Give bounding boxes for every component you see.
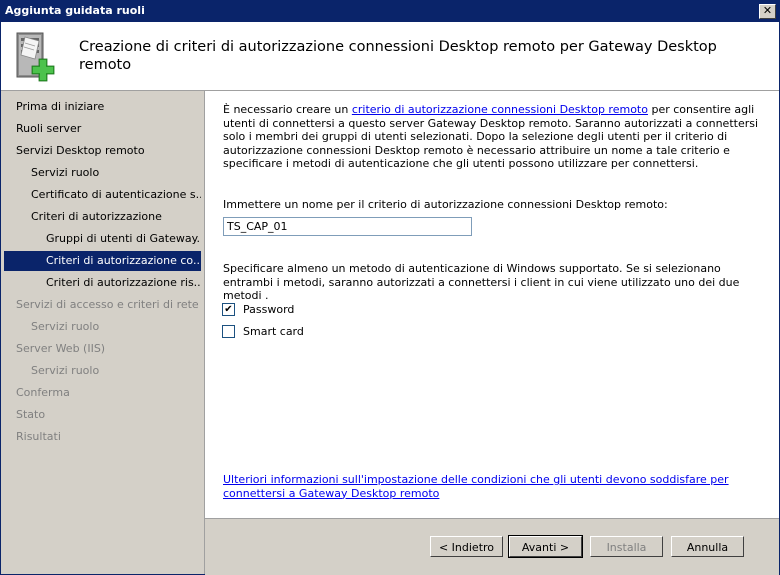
wizard-content-panel: È necessario creare un criterio di autor… [205, 91, 779, 518]
step-remote-desktop-services[interactable]: Servizi Desktop remoto [16, 141, 201, 161]
back-button[interactable]: < Indietro [430, 536, 503, 557]
step-web-server-iis: Server Web (IIS) [16, 342, 106, 355]
more-info-link[interactable]: Ulteriori informazioni sull'impostazione… [223, 473, 763, 500]
wizard-steps-sidebar: Prima di iniziare Ruoli server Servizi D… [1, 91, 205, 574]
smartcard-label[interactable]: Smart card [243, 325, 304, 338]
window-title: Aggiunta guidata ruoli [5, 4, 145, 17]
step-role-services[interactable]: Servizi ruolo [31, 163, 201, 183]
install-button: Installa [590, 536, 663, 557]
step-resource-authorization-policy[interactable]: Criteri di autorizzazione ris... [46, 273, 201, 293]
cancel-button[interactable]: Annulla [671, 536, 744, 557]
next-button[interactable]: Avanti > [508, 535, 583, 558]
step-before-you-begin[interactable]: Prima di iniziare [16, 97, 201, 117]
policy-name-input[interactable]: TS_CAP_01 [223, 217, 472, 236]
password-label[interactable]: Password [243, 303, 294, 316]
page-title: Creazione di criteri di autorizzazione c… [79, 39, 717, 73]
step-confirmation: Conferma [16, 386, 70, 399]
step-role-services-iis: Servizi ruolo [31, 364, 100, 377]
auth-method-description: Specificare almeno un metodo di autentic… [223, 262, 740, 302]
smartcard-option[interactable]: Smart card [222, 323, 304, 339]
description-intro: È necessario creare un [223, 103, 352, 116]
step-server-roles[interactable]: Ruoli server [16, 119, 201, 139]
step-gateway-user-groups[interactable]: Gruppi di utenti di Gateway... [46, 229, 201, 249]
policy-name-label: Immettere un nome per il criterio di aut… [223, 198, 668, 211]
cap-help-link[interactable]: criterio di autorizzazione connessioni D… [352, 103, 648, 116]
step-role-services-nps: Servizi ruolo [31, 320, 100, 333]
wizard-footer: < Indietro Avanti > Installa Annulla [205, 518, 779, 575]
header-banner: Creazione di criteri di autorizzazione c… [1, 22, 779, 91]
server-add-role-icon [16, 32, 55, 82]
title-bar[interactable]: Aggiunta guidata ruoli ✕ [1, 1, 779, 22]
step-authorization-policies[interactable]: Criteri di autorizzazione [31, 207, 201, 227]
step-results: Risultati [16, 430, 61, 443]
wizard-window: Aggiunta guidata ruoli ✕ Creazione di cr… [0, 0, 780, 575]
policy-description: È necessario creare un criterio di autor… [223, 103, 768, 171]
password-checkbox[interactable]: ✔ [222, 302, 235, 316]
close-button[interactable]: ✕ [759, 4, 776, 19]
step-progress: Stato [16, 408, 46, 421]
password-option[interactable]: ✔ Password [222, 301, 294, 317]
step-connection-authorization-policy[interactable]: Criteri di autorizzazione co... [4, 251, 201, 271]
step-network-policy-access: Servizi di accesso e criteri di rete [16, 298, 199, 311]
smartcard-checkbox[interactable] [222, 324, 235, 338]
step-authentication-certificate[interactable]: Certificato di autenticazione s... [31, 185, 201, 205]
